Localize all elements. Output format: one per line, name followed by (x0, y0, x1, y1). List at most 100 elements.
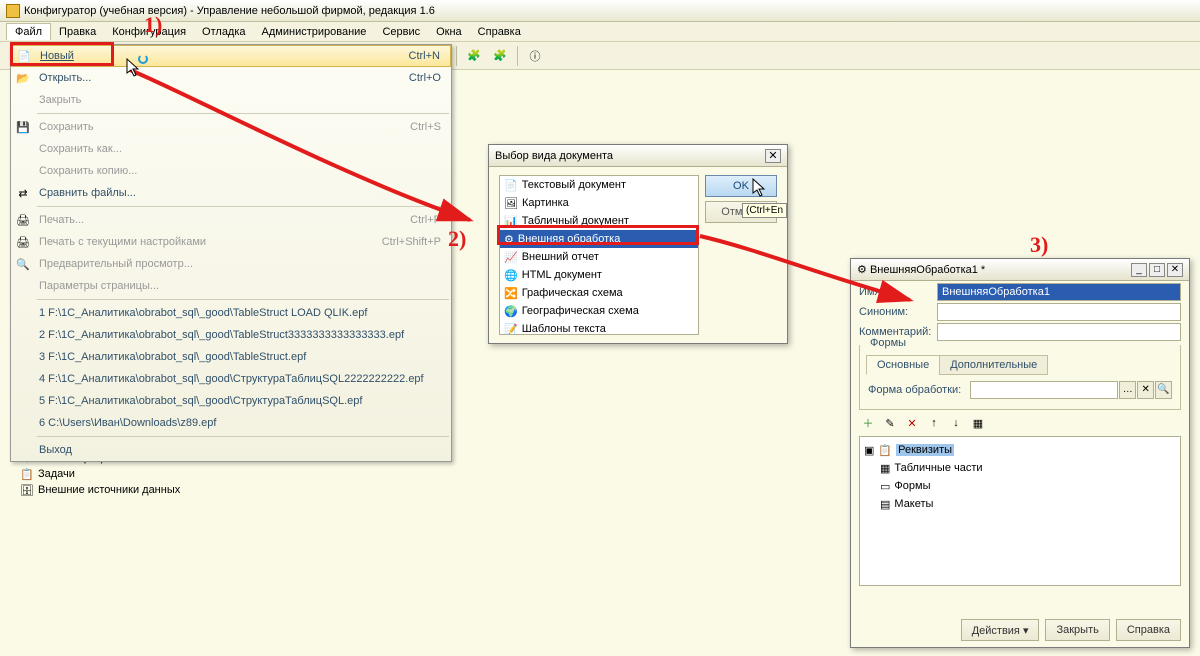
edit-button[interactable]: ✎ (881, 414, 899, 432)
dialog-close-button[interactable]: ✕ (765, 149, 781, 163)
structure-tree[interactable]: ▣📋Реквизиты ▦Табличные части ▭Формы ▤Мак… (859, 436, 1181, 586)
delete-button[interactable]: ✕ (903, 414, 921, 432)
file-open[interactable]: 📂 Открыть... Ctrl+O (11, 67, 451, 89)
file-savecopy[interactable]: Сохранить копию... (11, 160, 451, 182)
formproc-clear[interactable]: ✕ (1137, 381, 1154, 399)
propwin-close-button[interactable]: Закрыть (1045, 619, 1109, 641)
doc-item-geoschema[interactable]: 🌍Географическая схема (500, 302, 698, 320)
doc-item-extproc[interactable]: ⚙Внешняя обработка (500, 230, 698, 248)
synonym-input[interactable] (937, 303, 1181, 321)
actions-button[interactable]: Действия ▾ (961, 619, 1040, 641)
forms-icon: ▭ (880, 480, 890, 493)
doc-item-graphschema[interactable]: 🔀Графическая схема (500, 284, 698, 302)
file-compare[interactable]: ⇄Сравнить файлы... (11, 182, 451, 204)
doc-item-text[interactable]: 📄Текстовый документ (500, 176, 698, 194)
busy-spinner-icon (138, 54, 148, 64)
open-icon: 📂 (11, 72, 35, 85)
close-button[interactable]: ✕ (1167, 263, 1183, 277)
textdoc-icon: 📄 (504, 179, 518, 192)
window-titlebar: Конфигуратор (учебная версия) - Управлен… (0, 0, 1200, 22)
doc-item-extreport[interactable]: 📈Внешний отчет (500, 248, 698, 266)
ok-tooltip: (Ctrl+En (742, 203, 787, 218)
doc-type-dialog: Выбор вида документа ✕ 📄Текстовый докуме… (488, 144, 788, 344)
menu-admin[interactable]: Администрирование (254, 24, 375, 40)
file-dropdown: 📄 Новый Ctrl+N 📂 Открыть... Ctrl+O Закры… (10, 44, 452, 462)
forms-legend: Формы (866, 337, 910, 349)
movedown-button[interactable]: ↓ (947, 414, 965, 432)
sheet-icon: 📊 (504, 215, 518, 228)
file-recent-0[interactable]: 1 F:\1C_Аналитика\obrabot_sql\_good\Tabl… (11, 302, 451, 324)
formproc-label: Форма обработки: (868, 384, 970, 396)
extproc-property-window: ⚙ ВнешняяОбработка1 * _ □ ✕ Имя: Синоним… (850, 258, 1190, 648)
req-icon: 📋 (878, 444, 892, 457)
menu-service[interactable]: Сервис (374, 24, 428, 40)
tree-ext[interactable]: 🗄Внешние источники данных (20, 482, 180, 498)
new-icon: 📄 (12, 50, 36, 63)
tree-forms[interactable]: ▭Формы (864, 477, 1176, 495)
add-button[interactable]: ＋ (859, 414, 877, 432)
file-new[interactable]: 📄 Новый Ctrl+N (11, 45, 451, 67)
menu-file[interactable]: Файл (6, 23, 51, 40)
file-print[interactable]: 🖨 Печать... Ctrl+P (11, 209, 451, 231)
file-recent-5[interactable]: 6 C:\Users\Иван\Downloads\z89.epf (11, 412, 451, 434)
file-exit[interactable]: Выход (11, 439, 451, 461)
file-recent-1[interactable]: 2 F:\1C_Аналитика\obrabot_sql\_good\Tabl… (11, 324, 451, 346)
tab-main[interactable]: Основные (866, 355, 940, 375)
menu-edit[interactable]: Правка (51, 24, 104, 40)
tree-tabparts[interactable]: ▦Табличные части (864, 459, 1176, 477)
menu-windows[interactable]: Окна (428, 24, 470, 40)
file-pagesetup[interactable]: Параметры страницы... (11, 275, 451, 297)
name-label: Имя: (859, 286, 937, 298)
doc-item-image[interactable]: 🖼Картинка (500, 194, 698, 212)
tb-debug2[interactable]: 🧩 (489, 45, 511, 67)
extproc-icon: ⚙ (504, 233, 514, 246)
file-recent-4[interactable]: 5 F:\1C_Аналитика\obrabot_sql\_good\Стру… (11, 390, 451, 412)
preview-icon: 🔍 (11, 258, 35, 271)
minimize-button[interactable]: _ (1131, 263, 1147, 277)
dialog-ok-button[interactable]: OK (705, 175, 777, 197)
comment-input[interactable] (937, 323, 1181, 341)
doc-item-texttmpl[interactable]: 📝Шаблоны текста (500, 320, 698, 335)
sort-button[interactable]: ▦ (969, 414, 987, 432)
propwin-title: ВнешняяОбработка1 * (870, 264, 985, 276)
tree-toolbar: ＋ ✎ ✕ ↑ ↓ ▦ (859, 414, 1181, 432)
file-preview[interactable]: 🔍Предварительный просмотр... (11, 253, 451, 275)
tab-extra[interactable]: Дополнительные (939, 355, 1048, 375)
image-icon: 🖼 (504, 197, 518, 210)
file-saveas[interactable]: Сохранить как... (11, 138, 451, 160)
formproc-browse[interactable]: … (1119, 381, 1136, 399)
maximize-button[interactable]: □ (1149, 263, 1165, 277)
doc-item-spreadsheet[interactable]: 📊Табличный документ (500, 212, 698, 230)
print-icon: 🖨 (11, 214, 35, 227)
file-recent-2[interactable]: 3 F:\1C_Аналитика\obrabot_sql\_good\Tabl… (11, 346, 451, 368)
propwin-icon: ⚙ (857, 263, 867, 276)
file-close[interactable]: Закрыть (11, 89, 451, 111)
menu-config[interactable]: Конфигурация (104, 24, 194, 40)
extdata-icon: 🗄 (20, 483, 34, 497)
tree-layouts[interactable]: ▤Макеты (864, 495, 1176, 513)
formproc-input[interactable] (970, 381, 1118, 399)
window-title: Конфигуратор (учебная версия) - Управлен… (24, 5, 435, 17)
save-icon: 💾 (11, 121, 35, 134)
geo-icon: 🌍 (504, 305, 518, 318)
tree-tasks[interactable]: 📋Задачи (20, 466, 180, 482)
file-recent-3[interactable]: 4 F:\1C_Аналитика\obrabot_sql\_good\Стру… (11, 368, 451, 390)
propwin-help-button[interactable]: Справка (1116, 619, 1181, 641)
tb-help[interactable]: ⓘ (524, 45, 546, 67)
graphschema-icon: 🔀 (504, 287, 518, 300)
formproc-search[interactable]: 🔍 (1155, 381, 1172, 399)
menu-help[interactable]: Справка (470, 24, 529, 40)
menu-debug[interactable]: Отладка (194, 24, 253, 40)
menubar: Файл Правка Конфигурация Отладка Админис… (0, 22, 1200, 42)
tb-debug1[interactable]: 🧩 (463, 45, 485, 67)
doc-type-list[interactable]: 📄Текстовый документ 🖼Картинка 📊Табличный… (499, 175, 699, 335)
html-icon: 🌐 (504, 269, 518, 282)
app-icon (6, 4, 20, 18)
file-printcur[interactable]: 🖨 Печать с текущими настройками Ctrl+Shi… (11, 231, 451, 253)
tree-requisites[interactable]: ▣📋Реквизиты (864, 441, 1176, 459)
name-input[interactable] (937, 283, 1181, 301)
tasks-icon: 📋 (20, 467, 34, 481)
doc-item-html[interactable]: 🌐HTML документ (500, 266, 698, 284)
moveup-button[interactable]: ↑ (925, 414, 943, 432)
file-save[interactable]: 💾 Сохранить Ctrl+S (11, 116, 451, 138)
